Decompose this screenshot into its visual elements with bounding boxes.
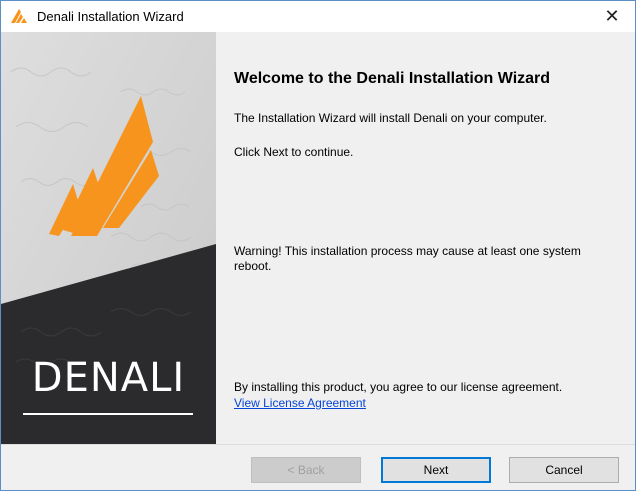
continue-hint-text: Click Next to continue. <box>234 145 354 159</box>
license-agreement-text: By installing this product, you agree to… <box>234 380 563 394</box>
cancel-button[interactable]: Cancel <box>509 457 619 483</box>
reboot-warning-text: Warning! This installation process may c… <box>234 244 581 273</box>
welcome-heading: Welcome to the Denali Installation Wizar… <box>234 70 551 87</box>
view-license-link[interactable]: View License Agreement <box>234 396 366 410</box>
button-bar: < Back Next Cancel <box>1 445 635 490</box>
installer-window: Denali Installation Wizard ✕ DENALI Welc… <box>0 0 636 491</box>
denali-logo-icon <box>10 8 28 24</box>
brand-underline <box>23 413 193 415</box>
back-button[interactable]: < Back <box>251 457 361 483</box>
window-title: Denali Installation Wizard <box>37 9 184 24</box>
brand-wordmark: DENALI <box>31 355 186 401</box>
side-banner: DENALI <box>1 32 216 444</box>
close-button[interactable]: ✕ <box>589 1 635 32</box>
intro-text: The Installation Wizard will install Den… <box>234 111 547 125</box>
title-bar[interactable]: Denali Installation Wizard ✕ <box>1 1 635 32</box>
next-button[interactable]: Next <box>381 457 491 483</box>
content-panel: Welcome to the Denali Installation Wizar… <box>216 32 635 444</box>
close-icon[interactable]: ✕ <box>604 6 619 27</box>
